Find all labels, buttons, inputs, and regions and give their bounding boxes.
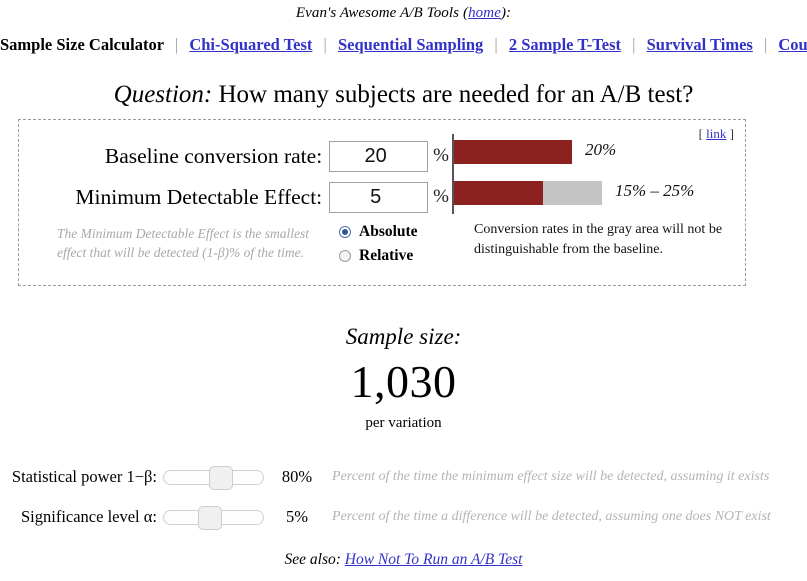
mde-percent-sign: % — [433, 186, 449, 207]
range-bar-gray — [542, 181, 602, 205]
radio-absolute-icon[interactable] — [339, 225, 351, 238]
baseline-conversion-row: Baseline conversion rate: % — [19, 140, 449, 172]
site-title-prefix: Evan's Awesome A/B Tools ( — [295, 5, 469, 21]
significance-level-description: Percent of the time a difference will be… — [332, 509, 771, 524]
effect-type-option-absolute[interactable]: Absolute — [339, 221, 418, 242]
conversion-bar-chart: 20% 15% – 25% — [452, 134, 742, 214]
site-title: Evan's Awesome A/B Tools (home): — [0, 0, 807, 22]
effect-type-option-relative[interactable]: Relative — [339, 245, 418, 266]
range-bar-fill — [454, 181, 543, 205]
nav-item-sequential-sampling[interactable]: Sequential Sampling — [338, 35, 483, 54]
statistical-power-value: 80% — [281, 467, 313, 486]
significance-level-value: 5% — [286, 507, 308, 526]
footer: See also: How Not To Run an A/B Test — [0, 551, 807, 569]
nav-item-survival-times[interactable]: Survival Times — [647, 35, 753, 54]
nav-separator: | — [632, 35, 636, 54]
nav-item-2-sample-t-test[interactable]: 2 Sample T-Test — [509, 35, 621, 54]
mde-input[interactable] — [329, 181, 429, 213]
baseline-percent-sign: % — [433, 145, 449, 166]
nav-separator: | — [494, 35, 498, 54]
page-question: Question: How many subjects are needed f… — [0, 81, 807, 109]
statistical-power-slider[interactable] — [163, 466, 264, 490]
calculator-panel: [ link ] Baseline conversion rate: % Min… — [18, 119, 746, 286]
site-title-suffix: ): — [500, 5, 512, 21]
question-text: How many subjects are needed for an A/B … — [218, 81, 694, 108]
nav-item-chi-squared-test[interactable]: Chi-Squared Test — [189, 35, 312, 54]
effect-type-absolute-label: Absolute — [359, 222, 418, 240]
statistical-power-row: Statistical power 1−β: 80% Percent of th… — [0, 462, 807, 492]
significance-level-thumb[interactable] — [198, 506, 223, 530]
radio-relative-icon[interactable] — [339, 249, 351, 262]
how-not-to-run-link[interactable]: How Not To Run an A/B Test — [345, 551, 523, 568]
sample-size-result: Sample size: 1,030 per variation — [0, 324, 807, 432]
baseline-conversion-label: Baseline conversion rate: — [104, 143, 323, 168]
baseline-conversion-input[interactable] — [329, 140, 429, 172]
nav-separator: | — [323, 35, 327, 54]
question-label: Question: — [113, 81, 213, 108]
nav-separator: | — [763, 35, 768, 54]
sample-size-value: 1,030 — [350, 356, 457, 407]
mde-help-text: The Minimum Detectable Effect is the sma… — [57, 226, 309, 261]
baseline-bar-fill — [454, 140, 572, 164]
statistical-power-thumb[interactable] — [209, 466, 234, 490]
significance-level-row: Significance level α: 5% Percent of the … — [0, 502, 807, 532]
effect-type-relative-label: Relative — [359, 246, 414, 264]
nav-item-sample-size-calculator[interactable]: Sample Size Calculator — [0, 35, 164, 54]
see-also-label: See also: — [284, 551, 341, 568]
sample-size-unit: per variation — [365, 414, 442, 431]
baseline-bar-caption: 20% — [585, 140, 617, 159]
sample-size-title: Sample size: — [345, 324, 462, 349]
effect-type-radio-group: Absolute Relative — [339, 221, 418, 269]
mde-row: Minimum Detectable Effect: % — [19, 181, 449, 213]
home-link[interactable]: home — [468, 5, 501, 21]
statistical-power-description: Percent of the time the minimum effect s… — [332, 469, 770, 484]
nav-item-count-data[interactable]: Count Data — [778, 35, 807, 54]
significance-level-label: Significance level α: — [20, 507, 157, 526]
mde-label: Minimum Detectable Effect: — [75, 184, 323, 209]
gray-area-help-text: Conversion rates in the gray area will n… — [474, 222, 723, 258]
statistical-power-label: Statistical power 1−β: — [11, 467, 157, 486]
significance-level-slider[interactable] — [163, 506, 264, 530]
main-nav: Sample Size Calculator | Chi-Squared Tes… — [0, 35, 807, 55]
nav-separator: | — [174, 35, 179, 54]
range-bar-caption: 15% – 25% — [615, 181, 695, 200]
